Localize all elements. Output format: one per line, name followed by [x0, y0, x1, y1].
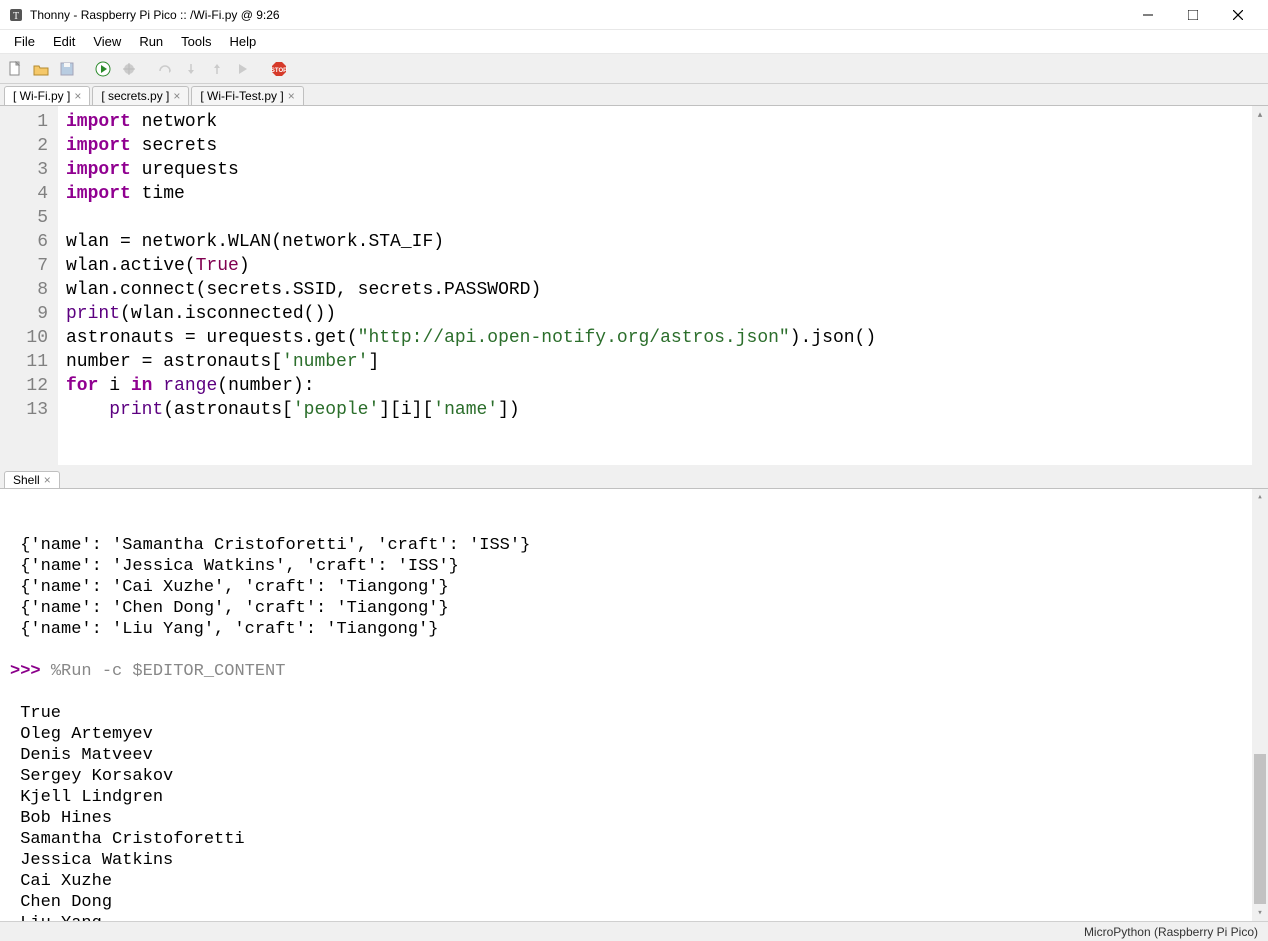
- open-file-icon[interactable]: [30, 58, 52, 80]
- save-file-icon[interactable]: [56, 58, 78, 80]
- close-button[interactable]: [1215, 0, 1260, 30]
- close-icon[interactable]: ×: [173, 89, 180, 103]
- maximize-button[interactable]: [1170, 0, 1215, 30]
- editor-gutter: 12345678910111213: [0, 106, 58, 465]
- editor-scrollbar[interactable]: ▴: [1252, 106, 1268, 465]
- menu-file[interactable]: File: [6, 32, 43, 51]
- shell-panel: Shell × {'name': 'Samantha Cristoforetti…: [0, 465, 1268, 921]
- svg-text:T: T: [13, 11, 19, 22]
- step-over-icon[interactable]: [154, 58, 176, 80]
- tab-label: [ secrets.py ]: [101, 89, 169, 103]
- shell-output[interactable]: {'name': 'Samantha Cristoforetti', 'craf…: [0, 488, 1268, 921]
- scroll-thumb[interactable]: [1254, 754, 1266, 904]
- menu-edit[interactable]: Edit: [45, 32, 83, 51]
- menu-tools[interactable]: Tools: [173, 32, 219, 51]
- debug-icon[interactable]: [118, 58, 140, 80]
- tab-wifi[interactable]: [ Wi-Fi.py ] ×: [4, 86, 90, 105]
- tab-secrets[interactable]: [ secrets.py ] ×: [92, 86, 189, 105]
- app-icon: T: [8, 7, 24, 23]
- resume-icon[interactable]: [232, 58, 254, 80]
- shell-tab[interactable]: Shell ×: [4, 471, 60, 488]
- tab-label: [ Wi-Fi.py ]: [13, 89, 70, 103]
- menubar: File Edit View Run Tools Help: [0, 30, 1268, 54]
- editor-tabs: [ Wi-Fi.py ] × [ secrets.py ] × [ Wi-Fi-…: [0, 84, 1268, 105]
- menu-help[interactable]: Help: [222, 32, 265, 51]
- close-icon[interactable]: ×: [74, 89, 81, 103]
- tab-label: [ Wi-Fi-Test.py ]: [200, 89, 283, 103]
- tab-wifitest[interactable]: [ Wi-Fi-Test.py ] ×: [191, 86, 303, 105]
- shell-scrollbar[interactable]: ▴ ▾: [1252, 489, 1268, 921]
- svg-text:STOP: STOP: [271, 68, 287, 74]
- toolbar: STOP: [0, 54, 1268, 84]
- stop-icon[interactable]: STOP: [268, 58, 290, 80]
- editor-code[interactable]: import networkimport secretsimport urequ…: [58, 106, 1268, 465]
- window-title: Thonny - Raspberry Pi Pico :: /Wi-Fi.py …: [30, 8, 280, 22]
- titlebar: T Thonny - Raspberry Pi Pico :: /Wi-Fi.p…: [0, 0, 1268, 30]
- editor[interactable]: 12345678910111213 import networkimport s…: [0, 105, 1268, 465]
- statusbar: MicroPython (Raspberry Pi Pico): [0, 921, 1268, 941]
- close-icon[interactable]: ×: [288, 89, 295, 103]
- shell-tab-label: Shell: [13, 473, 40, 487]
- interpreter-label[interactable]: MicroPython (Raspberry Pi Pico): [1084, 925, 1258, 939]
- menu-view[interactable]: View: [85, 32, 129, 51]
- menu-run[interactable]: Run: [131, 32, 171, 51]
- run-icon[interactable]: [92, 58, 114, 80]
- minimize-button[interactable]: [1125, 0, 1170, 30]
- step-into-icon[interactable]: [180, 58, 202, 80]
- close-icon[interactable]: ×: [44, 473, 51, 487]
- step-out-icon[interactable]: [206, 58, 228, 80]
- new-file-icon[interactable]: [4, 58, 26, 80]
